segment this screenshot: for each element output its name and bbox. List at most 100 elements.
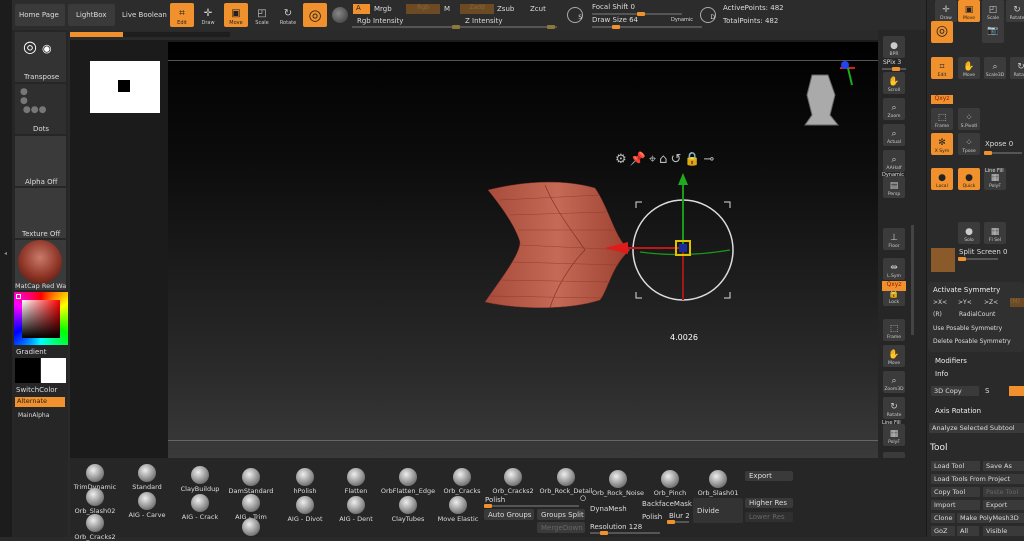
rp-rotate2-button[interactable]: ↻Rotate <box>1010 57 1024 79</box>
rp-scale-button[interactable]: ◰ Scale <box>982 0 1004 22</box>
brush-item[interactable]: AIG - Trim <box>221 494 281 521</box>
brush-item[interactable]: Orb_Rock_Detail <box>536 468 596 495</box>
rp-flsel-button[interactable]: ▦ Fl Sel <box>984 222 1006 244</box>
resolution-slider[interactable] <box>590 531 660 535</box>
info-header[interactable]: Info <box>935 370 948 378</box>
actual-button[interactable]: ⌕ Actual <box>883 124 905 146</box>
polish-pin-icon[interactable]: ○ <box>580 494 586 502</box>
sym_x-toggle[interactable]: >X< <box>933 299 947 306</box>
make-polymesh-button[interactable]: Make PolyMesh3D <box>957 513 1024 523</box>
higher-res-button[interactable]: Higher Res <box>745 498 793 508</box>
lower-res-button[interactable]: Lower Res <box>745 512 793 522</box>
twisted-mesh[interactable] <box>484 181 631 309</box>
backface-mask-toggle[interactable]: BackfaceMask <box>642 500 692 508</box>
rp-move-button[interactable]: ▣ Move <box>958 0 980 22</box>
polyf-button[interactable]: ▦ PolyF <box>883 424 905 446</box>
sym-m-toggle[interactable]: (M) <box>1010 298 1024 307</box>
scroll-button[interactable]: ✋ Scroll <box>883 72 905 94</box>
export-button[interactable]: Export <box>983 500 1024 510</box>
floor-button[interactable]: ⊥ Floor <box>883 228 905 250</box>
blur-slider-track[interactable] <box>667 520 689 524</box>
rp-solo-button[interactable]: ● Solo <box>958 222 980 244</box>
rp-gizmo-button[interactable]: ◎ <box>931 21 953 43</box>
groups-split-button[interactable]: Groups Split <box>537 509 585 520</box>
merge-down-button[interactable]: MergeDown <box>537 522 585 533</box>
s-toggle[interactable]: S <box>985 387 989 395</box>
brush-item[interactable]: DamStandard <box>221 468 281 495</box>
save-as-button[interactable]: Save As <box>983 461 1024 471</box>
sym_z-toggle[interactable]: >Z< <box>984 299 998 306</box>
paste-tool-button[interactable]: Paste Tool <box>983 487 1024 497</box>
brush-item[interactable]: Orb_Slash01 <box>688 470 748 497</box>
gizmo-settings-gear-icon[interactable]: ⚙ <box>615 152 630 167</box>
polish-slider[interactable] <box>484 504 579 508</box>
brush-item[interactable]: Flatten <box>326 468 386 495</box>
rp-move2-button[interactable]: ✋ Move <box>958 57 980 79</box>
auto-groups-button[interactable]: Auto Groups <box>484 509 534 520</box>
brush-item[interactable]: AIG - Carve <box>117 492 177 519</box>
rp-frame-button[interactable]: ⬚ Frame <box>931 108 953 130</box>
xpose-track[interactable] <box>984 151 1022 155</box>
gizmo-location-icon[interactable]: ⌖ <box>649 152 659 167</box>
visible-button[interactable]: Visible <box>983 526 1024 536</box>
copy-tool-button[interactable]: Copy Tool <box>931 487 980 497</box>
rp-rotate-button[interactable]: ↻ Rotate <box>1006 0 1024 22</box>
clone-button[interactable]: Clone <box>931 513 955 523</box>
rp-xsym-button[interactable]: ✻ X Sym <box>931 133 953 155</box>
split-screen-track[interactable] <box>958 257 998 261</box>
brush-item[interactable]: Move Elastic <box>428 496 488 523</box>
persp-button[interactable]: ▤ Persp <box>883 176 905 198</box>
brush-item[interactable]: Standard <box>117 464 177 491</box>
zoom3d-button[interactable]: ⌕ Zoom3D <box>883 371 905 393</box>
brush-item[interactable] <box>221 518 281 537</box>
spix-slider[interactable]: SPix 3 <box>883 59 901 66</box>
split-screen-thumb[interactable] <box>931 248 955 272</box>
frame-button[interactable]: ⬚ Frame <box>883 319 905 341</box>
move-button[interactable]: ✋ Move <box>883 345 905 367</box>
rp-spivot-button[interactable]: ⁘ S.PivotI <box>958 108 980 130</box>
dynamesh-button[interactable]: DynaMesh <box>590 505 627 513</box>
load-from-project-button[interactable]: Load Tools From Project <box>931 474 1024 484</box>
rp-camera-button[interactable]: 📷 <box>982 21 1004 43</box>
bpr-button[interactable]: ● BPR <box>883 36 905 58</box>
split-screen-slider[interactable]: Split Screen 0 <box>959 248 1008 256</box>
radial-count-slider[interactable]: RadialCount <box>959 311 995 318</box>
gizmo-reset-icon[interactable]: ↺ <box>670 152 684 167</box>
export-button[interactable]: Export <box>745 471 793 481</box>
aahalf-button[interactable]: ⌕ AAHalf <box>883 150 905 172</box>
analyze-selected-subtool-button[interactable]: Analyze Selected Subtool <box>929 423 1024 433</box>
gizmo-home-icon[interactable]: ⌂ <box>659 152 670 167</box>
rp-scale3d-button[interactable]: ⌕ Scale3D <box>984 57 1006 79</box>
gizmo-unlock-icon[interactable]: ⊸ <box>704 152 718 167</box>
lsym-button[interactable]: ⇹ L.Sym <box>883 258 905 280</box>
right-shelf-scrollbar[interactable] <box>911 225 914 335</box>
head-orientation-gizmo[interactable] <box>804 61 855 126</box>
xyz-toggle[interactable]: Qxyz <box>882 281 906 291</box>
use-posable-symmetry-button[interactable]: Use Posable Symmetry <box>933 325 1002 332</box>
brush-item[interactable]: Orb_Rock_Noise <box>588 470 648 497</box>
blur-slider[interactable]: Blur 2 <box>669 512 690 520</box>
gizmo-lock-icon[interactable]: 🔒 <box>684 152 703 167</box>
tool-palette-header[interactable]: Tool <box>930 443 947 453</box>
xpose-slider[interactable]: Xpose 0 <box>985 140 1013 148</box>
brush-item[interactable]: OrbFlatten_Edge <box>378 468 438 495</box>
import-button[interactable]: Import <box>931 500 980 510</box>
polish-toggle[interactable]: Polish <box>642 513 662 521</box>
all-button[interactable]: All <box>957 526 979 536</box>
brush-item[interactable]: Orb_Slash02 <box>65 488 125 515</box>
rotate-button[interactable]: ↻ Rotate <box>883 397 905 419</box>
rp-local-button[interactable]: ● Local <box>931 168 953 190</box>
load-tool-button[interactable]: Load Tool <box>931 461 980 471</box>
transpose-gizmo[interactable] <box>605 173 734 301</box>
delete-posable-symmetry-button[interactable]: Delete Posable Symmetry <box>933 338 1011 345</box>
sym_y-toggle[interactable]: >Y< <box>958 299 972 306</box>
goz-button[interactable]: GoZ <box>931 526 955 536</box>
spix-slider-track[interactable] <box>882 67 906 71</box>
brush-item[interactable]: TrimDynamic <box>65 464 125 491</box>
rp-draw-button[interactable]: ✛ Draw <box>935 0 957 22</box>
activate-symmetry-button[interactable]: Activate Symmetry <box>933 286 1000 294</box>
gizmo-pin-icon[interactable]: 📌 <box>630 152 649 167</box>
rp-xyz-toggle[interactable]: Qxyz <box>931 95 953 104</box>
modifiers-header[interactable]: Modifiers <box>935 357 967 365</box>
sym-r-toggle[interactable]: (R) <box>933 311 942 318</box>
